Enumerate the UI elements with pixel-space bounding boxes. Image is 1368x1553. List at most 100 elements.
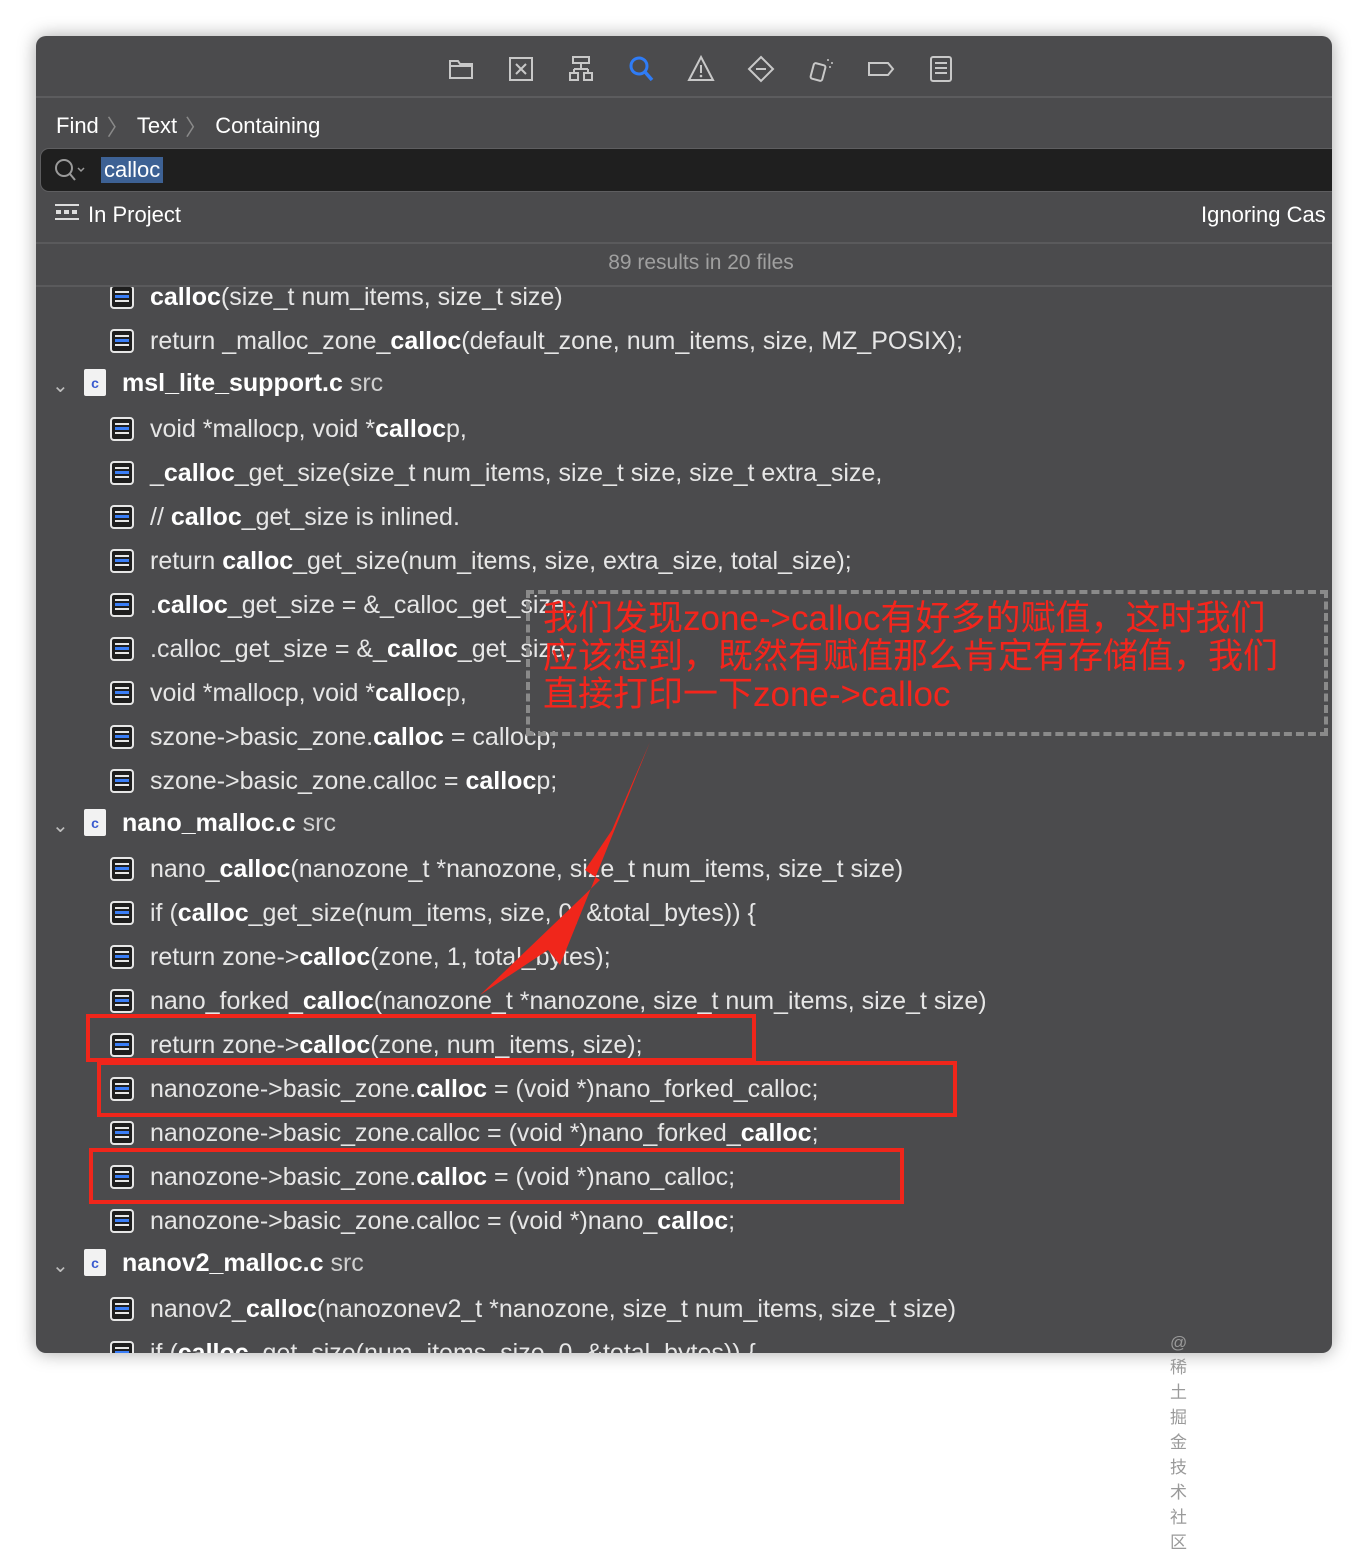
result-text: nanozone->basic_zone.calloc = (void *)na… <box>150 1163 735 1192</box>
result-text: szone->basic_zone.calloc = callocp; <box>150 767 557 796</box>
match-highlight: calloc <box>657 1207 729 1235</box>
folder-icon[interactable] <box>446 54 476 84</box>
match-highlight: calloc <box>416 1075 488 1103</box>
match-highlight: calloc <box>299 943 371 971</box>
case-sensitivity-selector[interactable]: Ignoring Cas <box>1201 202 1326 228</box>
search-result-item[interactable]: return _malloc_zone_calloc(default_zone,… <box>36 323 1332 367</box>
result-text-segment: (zone, 1, total_bytes); <box>370 943 611 971</box>
source-line-icon <box>110 1033 134 1057</box>
search-result-item[interactable]: return calloc_get_size(num_items, size, … <box>36 543 1332 587</box>
hierarchy-icon[interactable] <box>566 54 596 84</box>
search-result-item[interactable]: nano_forked_calloc(nanozone_t *nanozone,… <box>36 983 1332 1027</box>
search-result-item[interactable]: void *mallocp, void *callocp, <box>36 675 1332 719</box>
result-text: szone->basic_zone.calloc = callocp; <box>150 723 557 752</box>
source-line-icon <box>110 989 134 1013</box>
search-result-item[interactable]: nanozone->basic_zone.calloc = (void *)na… <box>36 1159 1332 1203</box>
result-text-segment: _get_size = &_calloc_get_size, <box>227 591 572 619</box>
result-text: nanozone->basic_zone.calloc = (void *)na… <box>150 1119 819 1148</box>
result-text-segment: ; <box>728 1207 736 1235</box>
file-group-header[interactable]: ⌄ c msl_lite_support.c src <box>36 367 1332 411</box>
chevron-down-icon[interactable]: ⌄ <box>52 1253 69 1278</box>
search-options-icon[interactable] <box>53 157 87 183</box>
match-highlight: calloc <box>150 287 221 311</box>
match-highlight: calloc <box>163 459 235 487</box>
breakpoint-icon[interactable] <box>746 54 776 84</box>
match-highlight: calloc <box>302 987 374 1015</box>
result-text-segment: void *mallocp, void * <box>150 415 376 443</box>
search-value[interactable]: calloc <box>101 157 164 183</box>
chevron-down-icon[interactable]: ⌄ <box>52 373 69 398</box>
result-text-segment: if ( <box>150 1339 178 1353</box>
tag-icon[interactable] <box>866 54 896 84</box>
match-highlight: calloc <box>375 415 446 443</box>
result-text-segment: nanozone->basic_zone. <box>150 1075 417 1103</box>
search-result-item[interactable]: nanozone->basic_zone.calloc = (void *)na… <box>36 1071 1332 1115</box>
source-line-icon <box>110 417 134 441</box>
search-result-item[interactable]: return zone->calloc(zone, 1, total_bytes… <box>36 939 1332 983</box>
file-group-header[interactable]: ⌄ c nano_malloc.c src <box>36 807 1332 851</box>
search-result-item[interactable]: if (calloc_get_size(num_items, size, 0, … <box>36 1335 1332 1353</box>
result-text: // calloc_get_size is inlined. <box>150 503 460 532</box>
result-text-segment: _get_size, <box>457 635 572 663</box>
result-text-segment: (size_t num_items, size_t size) <box>220 287 563 311</box>
match-highlight: calloc <box>219 855 291 883</box>
source-line-icon <box>110 901 134 925</box>
result-text-segment: ; <box>811 1119 819 1147</box>
result-text: nano_calloc(nanozone_t *nanozone, size_t… <box>150 855 903 884</box>
search-result-item[interactable]: // calloc_get_size is inlined. <box>36 499 1332 543</box>
search-result-item[interactable]: nanozone->basic_zone.calloc = (void *)na… <box>36 1203 1332 1247</box>
watermark: @稀土掘金技术社区 <box>1170 1333 1188 1552</box>
result-text-segment: szone->basic_zone. <box>150 723 374 751</box>
crumb-find[interactable]: Find <box>56 113 99 139</box>
match-highlight: calloc <box>390 327 462 355</box>
search-result-item[interactable]: calloc(size_t num_items, size_t size) <box>36 287 1332 323</box>
scope-icon <box>54 202 80 228</box>
source-line-icon <box>110 1297 134 1321</box>
search-result-item[interactable]: if (calloc_get_size(num_items, size, 0, … <box>36 895 1332 939</box>
result-text-segment: (default_zone, num_items, size, MZ_POSIX… <box>461 327 963 355</box>
report-icon[interactable] <box>926 54 956 84</box>
source-control-icon[interactable] <box>506 54 536 84</box>
file-name: nano_malloc.c <box>122 809 296 837</box>
match-highlight: calloc <box>299 1031 371 1059</box>
search-result-item[interactable]: void *mallocp, void *callocp, <box>36 411 1332 455</box>
result-text-segment: nano_forked_ <box>150 987 303 1015</box>
search-result-item[interactable]: .calloc_get_size = &_calloc_get_size, <box>36 631 1332 675</box>
debug-icon[interactable] <box>806 54 836 84</box>
source-line-icon <box>110 1077 134 1101</box>
result-text-segment: _get_size is inlined. <box>241 503 460 531</box>
source-line-icon <box>110 593 134 617</box>
crumb-containing[interactable]: Containing <box>215 113 320 139</box>
search-result-item[interactable]: nano_calloc(nanozone_t *nanozone, size_t… <box>36 851 1332 895</box>
file-name: msl_lite_support.c <box>122 369 343 397</box>
result-text-segment: nano_ <box>150 855 220 883</box>
search-result-item[interactable]: _calloc_get_size(size_t num_items, size_… <box>36 455 1332 499</box>
source-line-icon <box>110 287 134 309</box>
file-directory: src <box>330 1249 364 1277</box>
search-result-item[interactable]: nanov2_calloc(nanozonev2_t *nanozone, si… <box>36 1291 1332 1335</box>
results-list[interactable]: calloc(size_t num_items, size_t size) ret… <box>36 287 1332 1353</box>
source-line-icon <box>110 329 134 353</box>
result-text-segment: if ( <box>150 899 178 927</box>
result-text-segment: nanov2_ <box>150 1295 246 1323</box>
warning-icon[interactable] <box>686 54 716 84</box>
search-input[interactable]: calloc <box>40 148 1332 192</box>
search-result-item[interactable]: nanozone->basic_zone.calloc = (void *)na… <box>36 1115 1332 1159</box>
match-highlight: calloc <box>386 635 458 663</box>
result-text: return zone->calloc(zone, 1, total_bytes… <box>150 943 611 972</box>
result-text: nano_forked_calloc(nanozone_t *nanozone,… <box>150 987 987 1016</box>
search-result-item[interactable]: szone->basic_zone.calloc = callocp; <box>36 763 1332 807</box>
result-text: .calloc_get_size = &_calloc_get_size, <box>150 591 572 620</box>
source-line-icon <box>110 725 134 749</box>
search-result-item[interactable]: szone->basic_zone.calloc = callocp; <box>36 719 1332 763</box>
match-highlight: calloc <box>177 899 249 927</box>
chevron-down-icon[interactable]: ⌄ <box>52 813 69 838</box>
source-line-icon <box>110 549 134 573</box>
search-icon[interactable] <box>626 54 656 84</box>
search-result-item[interactable]: return zone->calloc(zone, num_items, siz… <box>36 1027 1332 1071</box>
file-group-header[interactable]: ⌄ c nanov2_malloc.c src <box>36 1247 1332 1291</box>
search-result-item[interactable]: .calloc_get_size = &_calloc_get_size, <box>36 587 1332 631</box>
scope-selector[interactable]: In Project <box>54 202 181 228</box>
result-text-segment: (nanozone_t *nanozone, size_t num_items,… <box>373 987 987 1015</box>
crumb-text[interactable]: Text <box>137 113 177 139</box>
